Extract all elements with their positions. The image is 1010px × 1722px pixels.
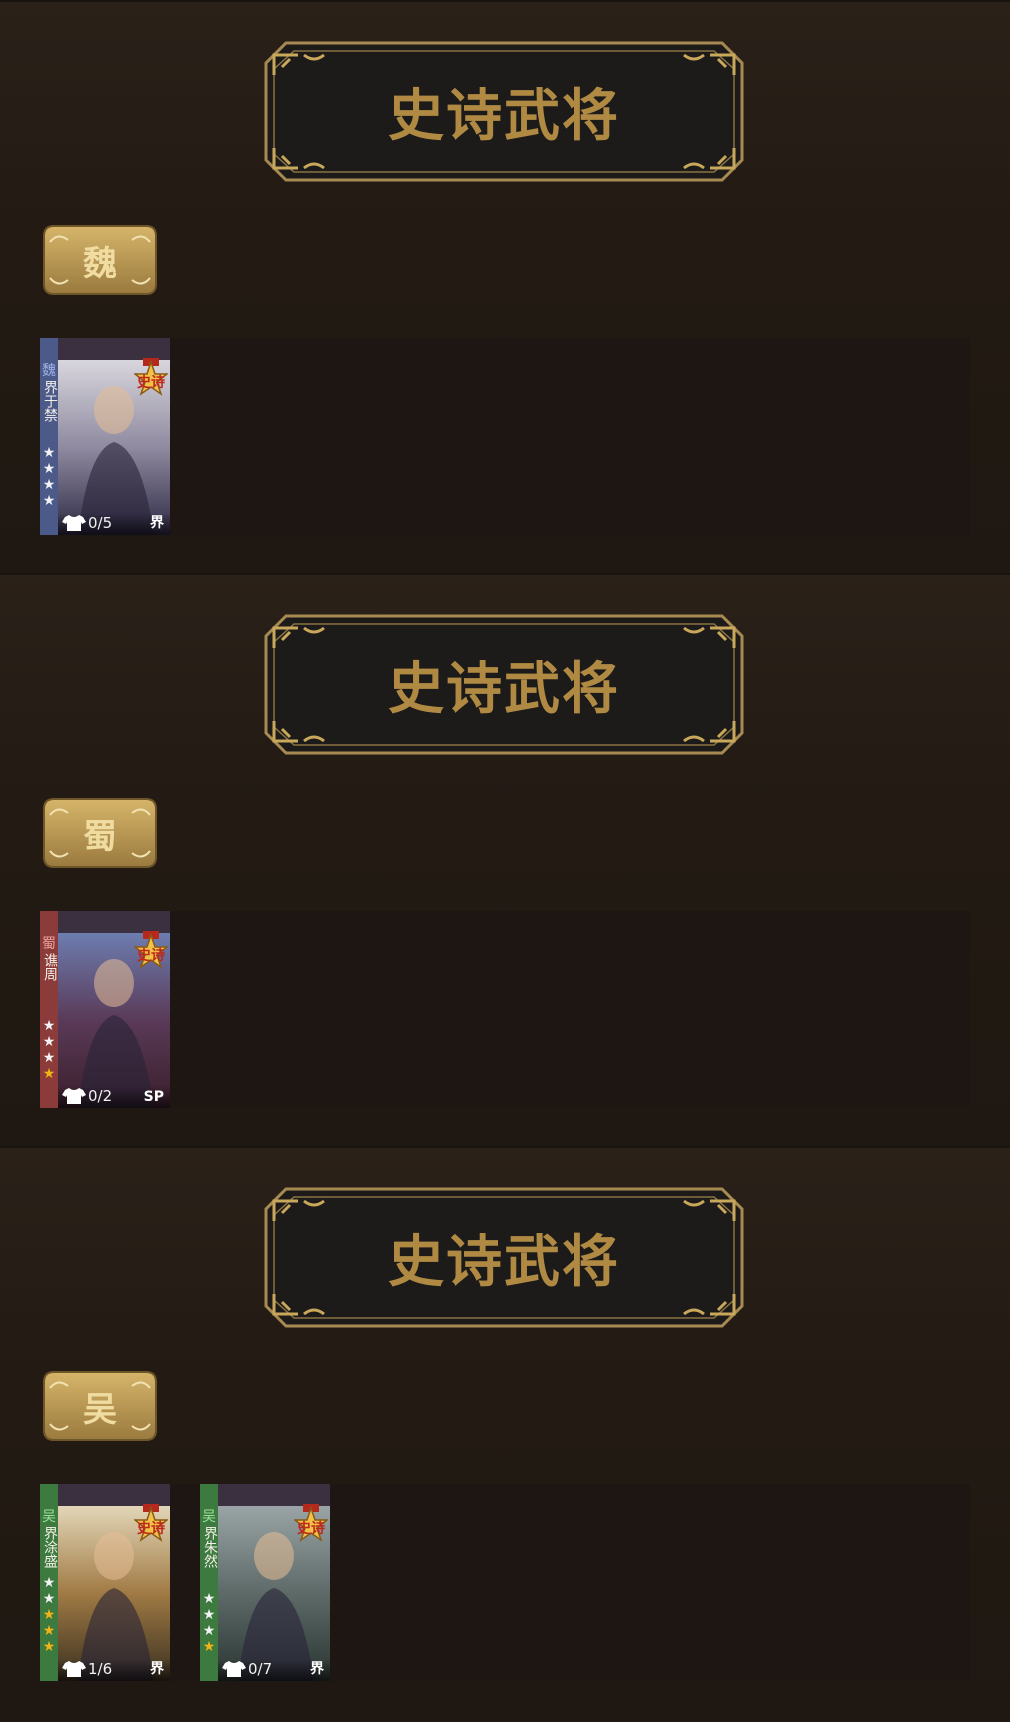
star-rating: ★ ★ ★ ★ ★: [41, 1575, 57, 1655]
side-faction-label: 魏: [42, 363, 56, 379]
faction-side-strip: 蜀谯周 ★ ★ ★ ★: [40, 911, 58, 1108]
edition-label: 界: [310, 1661, 324, 1677]
star-icon: ★: [202, 1591, 216, 1607]
general-card[interactable]: 吴界涂盛 ★ ★ ★ ★ ★ 史诗 1/6 界: [40, 1484, 170, 1681]
epic-badge-label: 史诗: [137, 375, 165, 391]
faction-section: 史诗武将 吴 吴界涂盛 ★ ★ ★ ★ ★ 史诗 1/6 界 吴界朱然 ★ ★ ★ ★ 史诗 0/7…: [0, 1146, 1010, 1721]
star-icon: ★: [202, 1623, 216, 1639]
star-icon: ★: [42, 1050, 56, 1066]
section-title: 史诗武将: [388, 83, 620, 149]
general-name: 界于禁: [42, 380, 58, 422]
faction-tab[interactable]: 蜀: [40, 795, 160, 871]
section-title: 史诗武将: [388, 1229, 620, 1295]
faction-tab[interactable]: 魏: [40, 222, 160, 298]
star-icon: ★: [42, 493, 56, 509]
card-row: 蜀谯周 ★ ★ ★ ★ 史诗 0/2 SP: [40, 911, 970, 1108]
faction-side-strip: 吴界涂盛 ★ ★ ★ ★ ★: [40, 1484, 58, 1681]
general-name: 谯周: [42, 953, 58, 981]
card-footer: 1/6 界: [58, 1659, 170, 1681]
star-icon: ★: [42, 1575, 56, 1591]
star-icon: ★: [202, 1639, 216, 1655]
faction-label: 魏: [83, 243, 117, 284]
star-rating: ★ ★ ★ ★: [201, 1591, 217, 1655]
star-icon: ★: [42, 445, 56, 461]
section-title: 史诗武将: [388, 656, 620, 722]
star-rating: ★ ★ ★ ★: [41, 1018, 57, 1082]
skin-count: 0/7: [248, 1660, 273, 1678]
edition-label: SP: [143, 1089, 164, 1105]
general-card[interactable]: 蜀谯周 ★ ★ ★ ★ 史诗 0/2 SP: [40, 911, 170, 1108]
star-icon: ★: [42, 1034, 56, 1050]
epic-badge-label: 史诗: [137, 948, 165, 964]
epic-badge-label: 史诗: [297, 1521, 325, 1537]
general-card[interactable]: 吴界朱然 ★ ★ ★ ★ 史诗 0/7 界: [200, 1484, 330, 1681]
star-icon: ★: [42, 1639, 56, 1655]
edition-label: 界: [150, 515, 164, 531]
edition-label: 界: [150, 1661, 164, 1677]
card-footer: 0/2 SP: [58, 1086, 170, 1108]
star-icon: ★: [42, 477, 56, 493]
section-banner: 史诗武将: [264, 41, 744, 182]
faction-tab[interactable]: 吴: [40, 1368, 160, 1444]
skin-count: 1/6: [88, 1660, 113, 1678]
skin-count: 0/5: [88, 514, 113, 532]
faction-section: 史诗武将 魏 魏界于禁 ★ ★ ★ ★ 史诗 0/5 界: [0, 0, 1010, 575]
shirt-icon: [62, 1087, 86, 1105]
side-faction-label: 吴: [42, 1509, 56, 1525]
card-row: 吴界涂盛 ★ ★ ★ ★ ★ 史诗 1/6 界 吴界朱然 ★ ★ ★ ★ 史诗 0/7 界: [40, 1484, 970, 1681]
shirt-icon: [62, 514, 86, 532]
star-rating: ★ ★ ★ ★: [41, 445, 57, 509]
card-row: 魏界于禁 ★ ★ ★ ★ 史诗 0/5 界: [40, 338, 970, 535]
faction-label: 蜀: [83, 816, 117, 857]
side-faction-label: 蜀: [42, 936, 56, 952]
star-icon: ★: [42, 1623, 56, 1639]
epic-badge-label: 史诗: [137, 1521, 165, 1537]
side-faction-label: 吴: [202, 1509, 216, 1525]
faction-label: 吴: [83, 1389, 117, 1430]
card-footer: 0/7 界: [218, 1659, 330, 1681]
section-banner: 史诗武将: [264, 1187, 744, 1328]
star-icon: ★: [42, 1591, 56, 1607]
general-name: 界涂盛: [42, 1526, 58, 1568]
shirt-icon: [222, 1660, 246, 1678]
skin-count: 0/2: [88, 1087, 113, 1105]
star-icon: ★: [42, 461, 56, 477]
star-icon: ★: [42, 1066, 56, 1082]
faction-section: 史诗武将 蜀 蜀谯周 ★ ★ ★ ★ 史诗 0/2 SP: [0, 573, 1010, 1148]
card-footer: 0/5 界: [58, 513, 170, 535]
shirt-icon: [62, 1660, 86, 1678]
star-icon: ★: [42, 1607, 56, 1623]
section-banner: 史诗武将: [264, 614, 744, 755]
star-icon: ★: [42, 1018, 56, 1034]
star-icon: ★: [202, 1607, 216, 1623]
general-card[interactable]: 魏界于禁 ★ ★ ★ ★ 史诗 0/5 界: [40, 338, 170, 535]
faction-side-strip: 吴界朱然 ★ ★ ★ ★: [200, 1484, 218, 1681]
faction-side-strip: 魏界于禁 ★ ★ ★ ★: [40, 338, 58, 535]
general-name: 界朱然: [202, 1526, 218, 1568]
